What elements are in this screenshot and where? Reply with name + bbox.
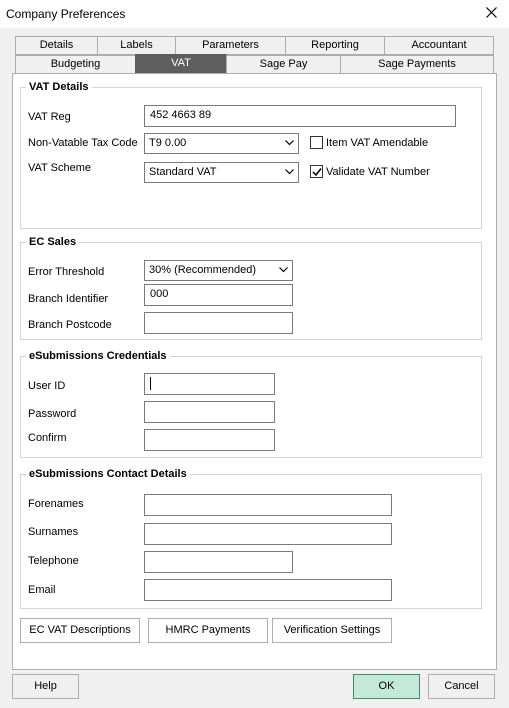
vat-tab-panel: VAT Details VAT Reg 452 4663 89 Non-Vata… — [12, 73, 497, 670]
branch-postcode-input[interactable] — [144, 312, 293, 334]
hmrc-payments-button[interactable]: HMRC Payments — [148, 618, 268, 643]
error-threshold-label: Error Threshold — [28, 266, 105, 278]
password-label: Password — [28, 408, 77, 420]
tab-budgeting[interactable]: Budgeting — [15, 55, 136, 74]
tab-labels[interactable]: Labels — [97, 36, 176, 55]
error-threshold-value: 30% (Recommended) — [149, 264, 256, 276]
email-input[interactable] — [144, 579, 392, 601]
item-vat-amendable-label: Item VAT Amendable — [326, 136, 429, 149]
vat-details-legend: VAT Details — [29, 81, 89, 93]
close-icon[interactable] — [481, 3, 501, 23]
surnames-label: Surnames — [28, 526, 79, 538]
forenames-label: Forenames — [28, 498, 84, 510]
esubmissions-credentials-legend: eSubmissions Credentials — [29, 350, 167, 362]
branch-identifier-label: Branch Identifier — [28, 293, 109, 305]
confirm-label: Confirm — [28, 432, 67, 444]
vat-reg-input[interactable]: 452 4663 89 — [144, 105, 456, 127]
vat-scheme-label: VAT Scheme — [28, 162, 91, 174]
text-caret — [150, 377, 151, 390]
window-title: Company Preferences — [6, 7, 126, 21]
error-threshold-select[interactable]: 30% (Recommended) — [144, 260, 293, 281]
user-id-input[interactable] — [144, 373, 275, 395]
telephone-label: Telephone — [28, 555, 79, 567]
chevron-down-icon — [285, 169, 294, 175]
check-mark-icon — [312, 168, 322, 177]
company-preferences-window: Company Preferences Details Labels Param… — [0, 0, 509, 708]
tab-parameters[interactable]: Parameters — [175, 36, 286, 55]
branch-postcode-label: Branch Postcode — [28, 319, 112, 331]
surnames-input[interactable] — [144, 523, 392, 545]
verification-settings-button[interactable]: Verification Settings — [272, 618, 392, 643]
tab-sage-payments[interactable]: Sage Payments — [340, 55, 494, 74]
ec-sales-legend: EC Sales — [29, 236, 77, 248]
tab-details[interactable]: Details — [15, 36, 98, 55]
confirm-password-input[interactable] — [144, 429, 275, 451]
tab-sage-pay[interactable]: Sage Pay — [226, 55, 341, 74]
user-id-label: User ID — [28, 380, 66, 392]
tab-vat[interactable]: VAT — [135, 54, 227, 74]
vat-details-group: VAT Details — [20, 81, 482, 229]
checkbox-box — [310, 136, 323, 149]
non-vatable-tax-code-select[interactable]: T9 0.00 — [144, 133, 299, 154]
vat-scheme-value: Standard VAT — [149, 166, 217, 178]
non-vatable-tax-code-value: T9 0.00 — [149, 137, 187, 149]
tab-reporting[interactable]: Reporting — [285, 36, 385, 55]
chevron-down-icon — [279, 267, 288, 273]
title-bar: Company Preferences — [0, 0, 509, 28]
email-label: Email — [28, 584, 56, 596]
vat-scheme-select[interactable]: Standard VAT — [144, 162, 299, 183]
ec-vat-descriptions-button[interactable]: EC VAT Descriptions — [20, 618, 140, 643]
validate-vat-number-checkbox[interactable]: Validate VAT Number — [310, 165, 430, 178]
checkbox-box — [310, 165, 323, 178]
tab-accountant[interactable]: Accountant — [384, 36, 494, 55]
telephone-input[interactable] — [144, 551, 293, 573]
non-vatable-tax-code-label: Non-Vatable Tax Code — [28, 137, 138, 149]
validate-vat-number-label: Validate VAT Number — [326, 165, 430, 178]
esubmissions-contact-legend: eSubmissions Contact Details — [29, 468, 187, 480]
ok-button[interactable]: OK — [353, 674, 420, 699]
password-input[interactable] — [144, 401, 275, 423]
forenames-input[interactable] — [144, 494, 392, 516]
help-button[interactable]: Help — [12, 674, 79, 699]
branch-identifier-input[interactable]: 000 — [144, 284, 293, 306]
item-vat-amendable-checkbox[interactable]: Item VAT Amendable — [310, 136, 428, 149]
vat-reg-label: VAT Reg — [28, 111, 71, 123]
cancel-button[interactable]: Cancel — [428, 674, 495, 699]
chevron-down-icon — [285, 140, 294, 146]
